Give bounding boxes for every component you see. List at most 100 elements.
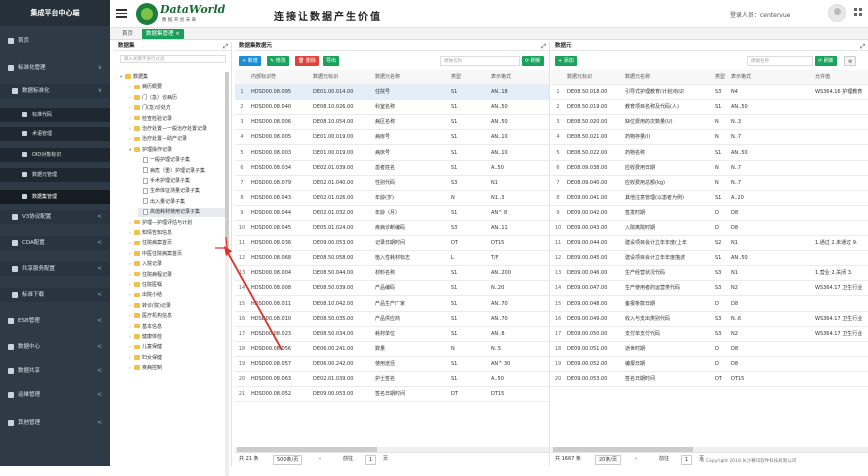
table-row[interactable]: 11 DE09.00.044.00 建设项目会计立年年度(上年 S2 N1 1.通过 2.… [551,236,868,252]
table-row[interactable]: 9 HDSD00.08.044 DE02.01.032.00 年龄（月） S1 AN^ 8 [235,206,549,221]
table-row[interactable]: 2 HDSD00.08.040 DE08.10.026.00 科室名称 S1 AN..50 [235,100,549,116]
table-row[interactable]: 3 DE08.50.020.00 缺位费用的次数量(U) N N..3 [551,115,868,131]
column-header[interactable]: 数据元名称 [625,70,713,85]
table-row[interactable]: 8 HDSD00.08.043 DE02.01.026.00 年龄(岁) N N1..3 [235,191,549,206]
tree-node[interactable]: 出入量记录子集 [138,198,226,207]
avatar[interactable] [828,4,846,22]
tab-dataset-management[interactable]: 数据集管理 × [142,29,184,39]
table-row[interactable]: 7 DE08.09.040.00 应收费用总额(kg) N N..7 [551,176,868,191]
page-input[interactable]: 1 [681,455,693,465]
tree-node[interactable]: › 健康体检 [129,333,226,342]
tab-home[interactable]: 首页 [118,29,137,39]
tree-node[interactable]: 手术护理记录子集 [138,177,226,186]
table-row[interactable]: 2 DE08.50.019.00 教育项目名称及代码(人) S1 AN..50 [551,100,868,116]
table-row[interactable]: 13 DE09.00.046.00 生产经营状况代码 S3 N1 1.营业 2.关闭 3. [551,266,868,282]
tree-node[interactable]: ▾ 护理操作记录 [129,146,226,155]
column-header[interactable]: 允许值 [815,70,867,85]
column-header[interactable]: 类型 [715,70,729,85]
tree-node[interactable]: › 妇女保健 [129,354,226,363]
tree-node[interactable]: 一般护理记录子集 [138,156,226,165]
sidebar-item-oid[interactable]: OID对象标识 [0,148,110,162]
tree-node[interactable]: › 病历概要 [129,83,226,92]
sidebar-item-share-service[interactable]: 共享服务配置 < [0,262,110,276]
column-header[interactable]: 类型 [451,70,489,85]
sidebar-item-terminology[interactable]: 术语管理 [0,127,110,141]
sidebar-item-data-center[interactable]: 数据中心 < [0,340,110,354]
table-row[interactable]: 15 HDSD00.08.011 DE08.10.042.00 产品生产厂家 S1 AN.… [235,297,549,312]
tree-node[interactable]: › 门（急）诊病历 [129,94,226,103]
tree-filter-input[interactable]: 输入关键字进行过滤 [120,55,226,63]
table-row[interactable]: 6 DE08.09.038.00 应收费用日期 N N..7 [551,161,868,176]
refresh-button[interactable]: ⟳ 刷新 [815,56,837,66]
sidebar-item-standardization[interactable]: 标准化管理 ∨ [0,61,110,75]
page-size-select[interactable]: 500条/页 [273,455,303,465]
table-row[interactable]: 18 HDSD00.08.056 DE06.00.241.00 数量 N N..5 [235,342,549,357]
sidebar-item-data-standardization[interactable]: 数据标准化 ∨ [0,84,110,98]
tree-node[interactable]: › 医疗机构信息 [129,312,226,321]
prev-page-button[interactable]: ‹ [635,453,637,466]
sidebar-item-standard-download[interactable]: 标准下载 < [0,288,110,302]
tree-node[interactable]: › 治疗处置—助产记录 [129,135,226,144]
tree-node[interactable]: › 住院病程记录 [129,271,226,280]
table-row[interactable]: 5 HDSD00.08.003 DE01.00.019.00 病床号 S1 AN..10 [235,146,549,161]
table-row[interactable]: 4 HDSD00.08.005 DE01.00.019.00 病房号 S1 AN..10 [235,130,549,146]
prev-page-button[interactable]: ‹ [319,453,321,466]
add-button[interactable]: + 新增 [239,56,261,66]
apps-grid-icon[interactable] [854,8,863,17]
tree-scrollbar[interactable] [225,72,229,476]
delete-button[interactable]: 🗑 删除 [295,56,319,66]
table-row[interactable]: 19 DE09.00.052.00 编报日期 D D8 [551,357,868,372]
table-row[interactable]: 5 DE08.50.022.00 药物名称 S1 AN..50 [551,146,868,161]
tree-node[interactable]: › 转诊(院)记录 [129,302,226,311]
menu-toggle-icon[interactable] [116,7,128,19]
page-input[interactable]: 1 [365,455,377,465]
column-header[interactable]: 数据元标识 [313,70,373,85]
tree-node[interactable]: 高值耗材使用记录子集 [138,208,226,218]
table-row[interactable]: 16 HDSD00.08.010 DE08.50.035.00 产品供应商 S1 AN..… [235,312,549,327]
sidebar-item-standard-codes[interactable]: 标准代码 [0,108,110,122]
search-input[interactable]: 模糊名称 [440,56,520,66]
sidebar-item-other[interactable]: 其他管理 < [0,416,110,430]
tree-node[interactable]: › 护理—护理评估与计划 [129,219,226,228]
table-row[interactable]: 12 HDSD00.08.068 DE08.50.058.00 植入性耗材标志 L T/F [235,251,549,267]
sidebar-item-home[interactable]: 首页 [0,34,110,48]
table-row[interactable]: 1 DE08.50.018.00 引导式护理教育(计划)标识 S3 N4 WS364.16… [551,85,868,101]
sidebar-item-v3-protocol[interactable]: V3协议配置 < [0,210,110,224]
table-row[interactable]: 12 DE09.00.045.00 建设项目会计立年年度描述 S1 AN..50 [551,251,868,267]
tree-node[interactable]: › 检查检验记录 [129,115,226,124]
tree-node[interactable]: › 治疗处置—一般治疗处置记录 [129,125,226,134]
add-button[interactable]: + 添加 [555,56,577,66]
table-row[interactable]: 16 DE09.00.049.00 收入与支出类别代码 S3 N..6 WS364.17 … [551,312,868,327]
table-row[interactable]: 18 DE09.00.051.00 逝世时期 D D8 [551,342,868,357]
tree-node[interactable]: 生命体征测量记录子集 [138,187,226,196]
tree-node[interactable]: › 知情告知信息 [129,229,226,238]
table-row[interactable]: 14 HDSD00.08.008 DE08.50.039.00 产品编码 S1 N..20 [235,281,549,297]
table-row[interactable]: 7 HDSD00.08.079 DE02.01.040.00 性别代码 S3 N1 [235,176,549,191]
table-row[interactable]: 20 DE09.00.053.00 签名日期时间 DT DT15 [551,372,868,388]
edit-button[interactable]: ✎ 修改 [267,56,289,66]
expand-icon[interactable]: ⤢ [541,42,546,51]
table-row[interactable]: 14 DE09.00.047.00 生产使用者的运营类代码 S3 N2 WS364.17 … [551,281,868,297]
table-row[interactable]: 20 HDSD00.08.063 DE02.01.039.00 护士签名 S1 A..50 [235,372,549,388]
sidebar-item-ops[interactable]: 运维管理 < [0,388,110,402]
expand-icon[interactable]: ⤢ [860,42,865,51]
expand-icon[interactable]: ⤢ [223,42,228,51]
table-row[interactable]: 4 DE08.50.021.00 药物存量(I) N N..7 [551,130,868,146]
page-size-select[interactable]: 20条/页 [595,455,622,465]
tree-node[interactable]: › 儿童保健 [129,343,226,352]
refresh-button[interactable]: ⟳ 刷新 [522,56,544,66]
tree-node[interactable]: › 出院小结 [129,291,226,300]
sidebar-item-data-sharing[interactable]: 数据共享 < [0,364,110,378]
column-header[interactable]: 数据元标识 [567,70,623,85]
table-row[interactable]: 6 HDSD00.08.034 DE02.01.039.00 患者姓名 S1 A..50 [235,161,549,176]
table-row[interactable]: 13 HDSD00.08.004 DE08.50.044.00 材料名称 S1 AN..2… [235,266,549,282]
column-header[interactable]: 内部标识符 [251,70,311,85]
table-row[interactable]: 17 HDSD00.08.023 DE08.50.034.00 耗材单位 S1 AN..8 [235,327,549,342]
sidebar-item-esb[interactable]: ESB管理 < [0,314,110,328]
sidebar-item-data-element-management[interactable]: 数据元管理 [0,168,110,182]
table-row[interactable]: 8 DE09.00.041.00 其他注意管理(以患者为例) S1 A..20 [551,191,868,206]
tree-node[interactable]: › 疾病控制 [129,364,226,373]
table-row[interactable]: 19 HDSD00.08.057 DE06.00.242.00 使用途径 S1 AN^ 3… [235,357,549,372]
column-header[interactable]: 表示格式 [731,70,813,85]
table-row[interactable]: 15 DE09.00.048.00 备报条款日期 D D8 [551,297,868,312]
